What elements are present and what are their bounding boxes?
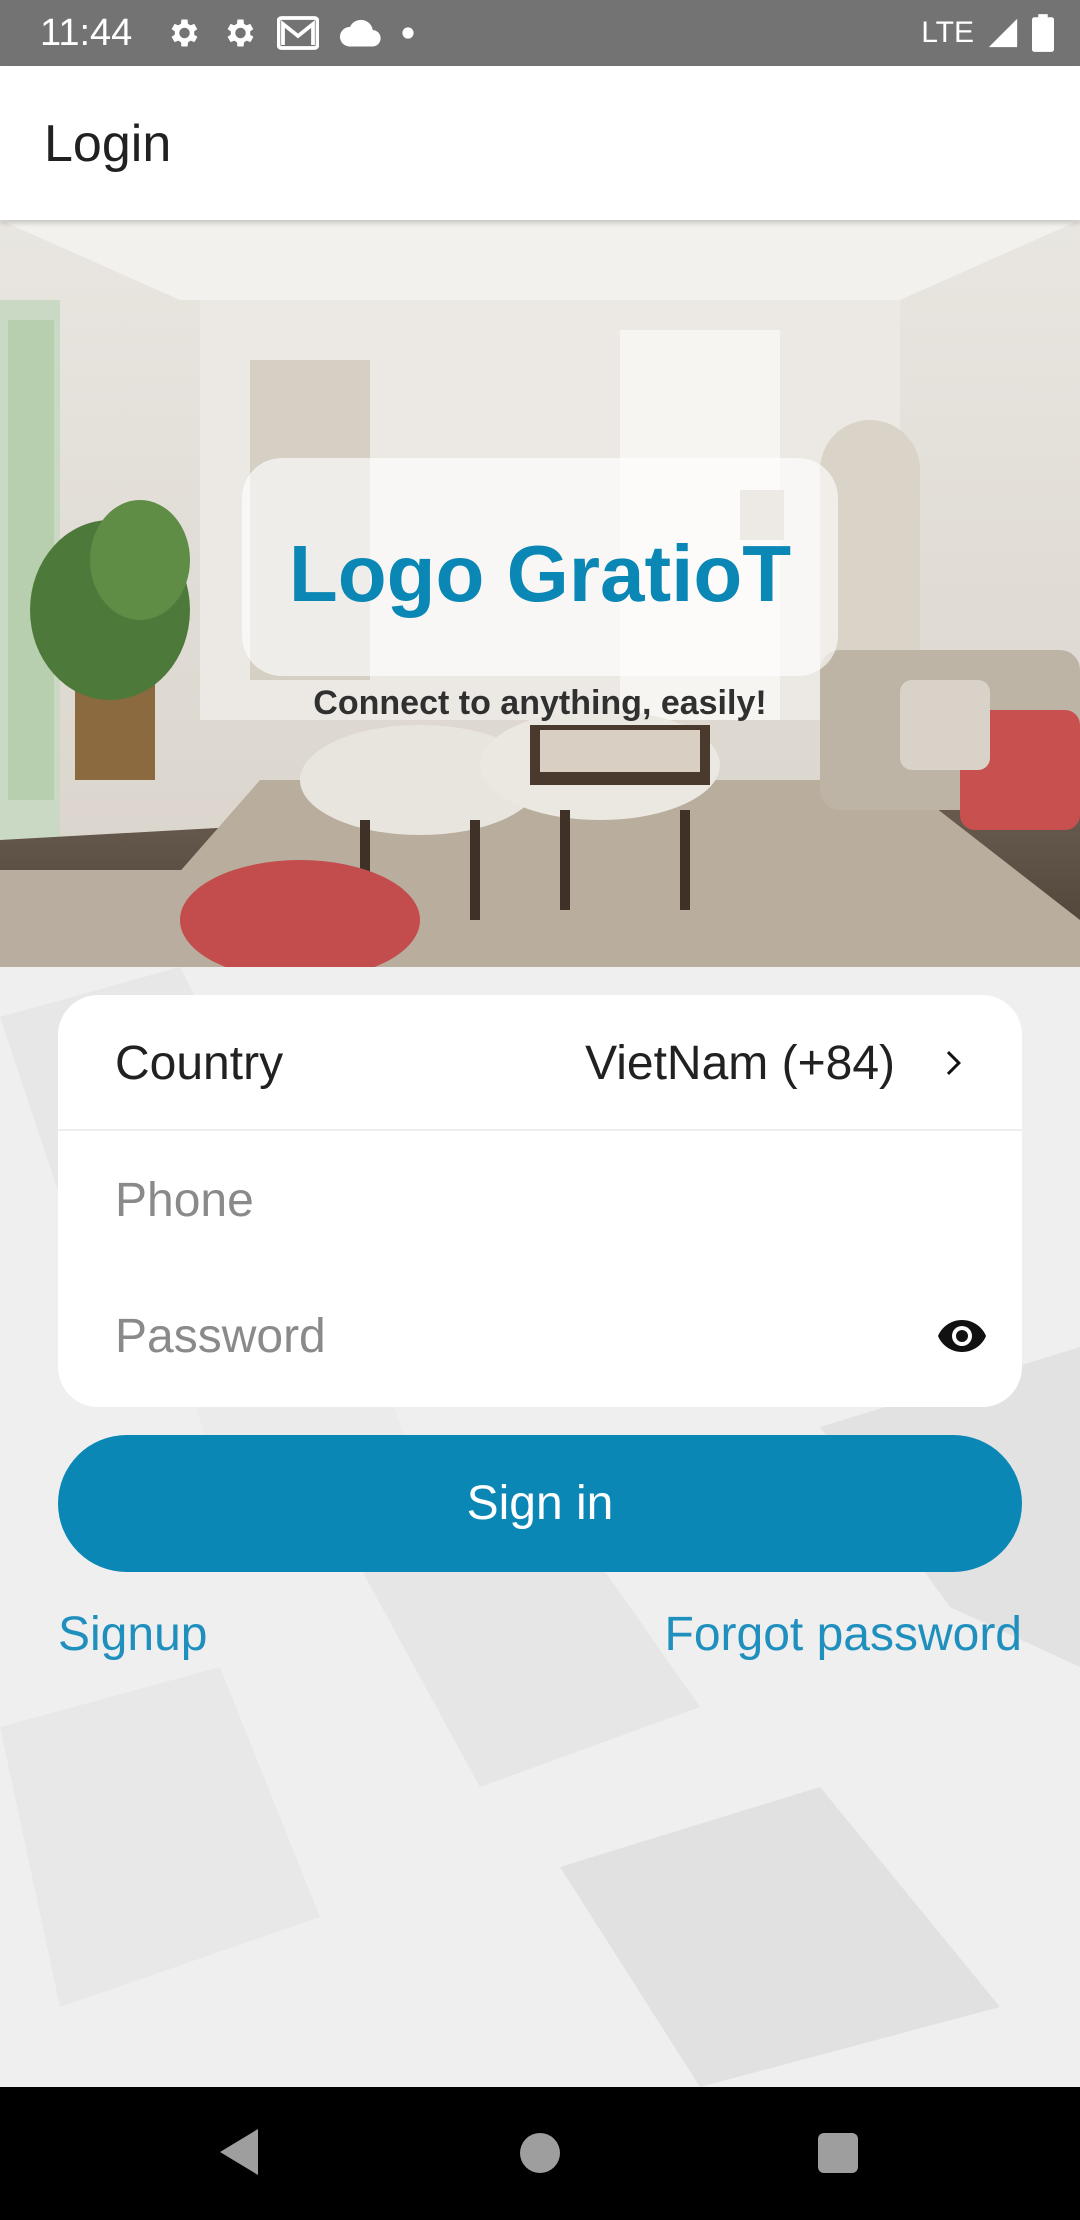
cloud-icon	[339, 19, 381, 47]
password-field[interactable]: Password	[58, 1268, 1022, 1404]
recents-icon[interactable]	[818, 2133, 858, 2173]
signal-icon	[988, 18, 1018, 48]
status-bar: 11:44 LTE	[0, 0, 1080, 66]
gmail-icon	[277, 16, 319, 50]
app-logo: Logo GratioT	[288, 529, 792, 618]
system-icons: LTE	[921, 12, 1054, 54]
password-input[interactable]: Password	[115, 1310, 326, 1364]
forgot-password-link[interactable]: Forgot password	[665, 1607, 1023, 1663]
tagline: Connect to anything, easily!	[313, 684, 767, 722]
battery-icon	[1032, 14, 1054, 52]
country-selector[interactable]: Country VietNam (+84)	[58, 995, 1022, 1131]
status-time: 11:44	[40, 12, 133, 54]
logo-wrap: Logo GratioT	[0, 458, 1080, 678]
back-icon[interactable]	[218, 2127, 260, 2177]
settings-icon	[171, 19, 198, 47]
dot-icon	[402, 27, 414, 39]
home-icon[interactable]	[520, 2133, 560, 2173]
chevron-right-icon	[946, 1051, 961, 1075]
phone-input[interactable]: Phone	[115, 1174, 254, 1228]
show-password-icon[interactable]	[936, 1313, 988, 1359]
phone-field[interactable]: Phone	[58, 1132, 1022, 1268]
login-form: Country VietNam (+84) Phone Password	[58, 995, 1022, 1407]
country-label: Country	[115, 1037, 284, 1090]
country-value: VietNam (+84)	[585, 1037, 895, 1090]
app-bar: Login	[0, 66, 1080, 220]
notification-icons	[165, 14, 415, 52]
network-type: LTE	[921, 16, 974, 49]
hero-banner: Logo GratioT Connect to anything, easily…	[0, 220, 1080, 967]
page-title: Login	[44, 115, 172, 173]
signup-link[interactable]: Signup	[58, 1607, 207, 1663]
navigation-bar	[0, 2087, 1080, 2220]
settings-icon	[227, 19, 254, 47]
sign-in-button[interactable]: Sign in	[58, 1435, 1022, 1572]
